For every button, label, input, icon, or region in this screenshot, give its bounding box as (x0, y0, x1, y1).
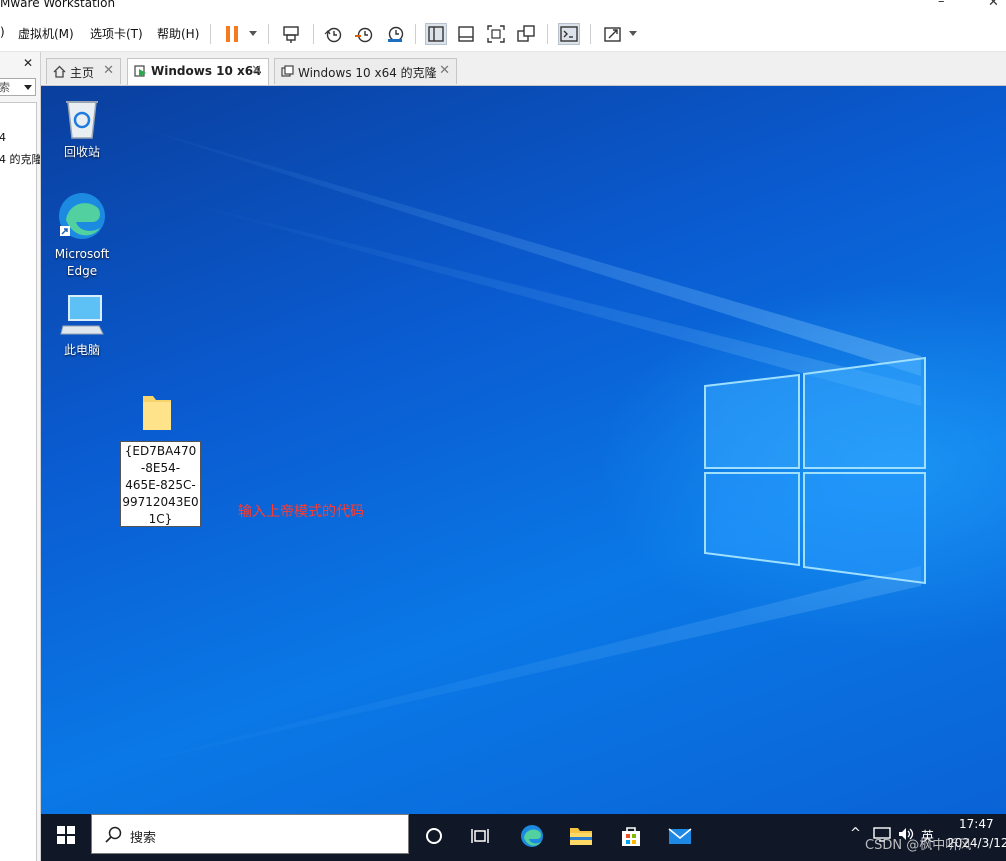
revert-snapshot-button[interactable] (353, 23, 375, 45)
library-tree: 4 4 的克隆 (0, 102, 40, 861)
windows-start-icon (57, 826, 75, 844)
toolbar-separator (415, 24, 416, 44)
desktop-icon-this-pc[interactable]: 此电脑 (41, 294, 123, 359)
start-button[interactable] (57, 826, 75, 848)
stretch-dropdown-caret[interactable] (629, 31, 637, 36)
menu-tabs[interactable]: 选项卡(T) (90, 25, 143, 42)
tab-close-button[interactable]: ✕ (439, 63, 450, 78)
snapshot-manager-icon (388, 26, 404, 42)
send-ctrl-alt-del-button[interactable] (280, 23, 302, 45)
rename-text-line: 465E-825C- (125, 478, 196, 492)
library-search-text: 索 (0, 81, 10, 94)
taskbar-search-placeholder: 搜索 (130, 831, 157, 846)
edge-icon (521, 825, 543, 847)
fullscreen-icon (487, 25, 505, 43)
edge-icon (59, 193, 105, 239)
thumbnail-view-icon (458, 26, 474, 42)
mail-icon (668, 828, 692, 844)
unity-icon (517, 25, 535, 42)
rename-text-line: -8E54- (140, 461, 181, 475)
pause-button[interactable] (221, 23, 243, 45)
snapshot-icon (324, 27, 342, 43)
tab-label: Windows 10 x64 (151, 64, 262, 78)
chevron-down-icon[interactable] (24, 85, 32, 90)
close-window-button[interactable]: ✕ (988, 0, 999, 10)
vm-running-icon (134, 65, 146, 77)
cortana-button[interactable] (420, 822, 448, 850)
search-icon (105, 826, 122, 843)
menu-vm[interactable]: 虚拟机(M) (18, 25, 74, 42)
tab-close-button[interactable]: ✕ (251, 63, 262, 78)
tab-close-button[interactable]: ✕ (103, 63, 114, 78)
library-sidebar: ✕ 索 4 4 的克隆 (0, 52, 41, 861)
desktop-icon-label: 此电脑 (63, 343, 100, 357)
store-icon (622, 827, 640, 846)
library-view-icon (428, 26, 444, 42)
library-item-vm[interactable]: 4 (0, 131, 6, 144)
stretch-icon (604, 27, 621, 42)
unity-button[interactable] (515, 23, 537, 45)
toolbar-separator (210, 24, 211, 44)
recycle-bin-icon (66, 101, 98, 139)
snapshot-manager-button[interactable] (384, 23, 406, 45)
tab-home[interactable]: 主页 ✕ (46, 58, 121, 84)
folder-icon (143, 396, 171, 430)
window-title-bar: Mware Workstation – ✕ (0, 0, 1006, 13)
annotation-text: 输入上帝模式的代码 (238, 504, 364, 520)
tab-label: 主页 (70, 66, 95, 80)
menu-file-fragment[interactable]: ) (0, 25, 5, 39)
toolbar-separator (547, 24, 548, 44)
task-view-icon (471, 829, 489, 843)
toolbar-separator (313, 24, 314, 44)
pause-dropdown-caret[interactable] (249, 31, 257, 36)
toolbar-separator (590, 24, 591, 44)
menu-help[interactable]: 帮助(H) (157, 25, 199, 42)
console-view-button[interactable] (558, 23, 580, 45)
pause-icon (226, 26, 238, 42)
desktop-icon-label: 回收站 (63, 145, 100, 159)
library-search-input[interactable]: 索 (0, 78, 36, 96)
file-explorer-icon (570, 828, 592, 845)
library-view-button[interactable] (425, 23, 447, 45)
folder-rename-input[interactable]: {ED7BA470 -8E54- 465E-825C- 99712043E0 1… (120, 441, 201, 527)
watermark-text: CSDN @枫中听风 (865, 838, 972, 853)
library-item-vm-clone[interactable]: 4 的克隆 (0, 151, 40, 167)
taskbar-store-button[interactable] (617, 822, 645, 850)
revert-snapshot-icon (355, 27, 373, 43)
guest-taskbar: 搜索 ^ 英 17:47 2024/3/12 (41, 814, 1006, 861)
stretch-guest-button[interactable] (602, 23, 624, 45)
send-ctrl-alt-del-icon (283, 26, 299, 43)
rename-text-line: {ED7BA470 (124, 444, 197, 458)
guest-desktop[interactable]: 回收站 Microsoft Edge 此电脑 {ED7BA470 -8E54- … (41, 86, 1006, 814)
tab-windows-10-x64-clone[interactable]: Windows 10 x64 的克隆 ✕ (274, 58, 457, 84)
home-icon (53, 65, 66, 78)
taskbar-edge-button[interactable] (518, 822, 546, 850)
library-close-button[interactable]: ✕ (23, 56, 33, 70)
toolbar-separator (268, 24, 269, 44)
menu-toolbar: ) 虚拟机(M) 选项卡(T) 帮助(H) (0, 17, 1006, 52)
clock-time[interactable]: 17:47 (959, 817, 994, 831)
console-icon (560, 26, 578, 42)
window-title: Mware Workstation (0, 0, 116, 10)
rename-text-line: 1C} (148, 512, 173, 526)
this-pc-icon (60, 295, 104, 335)
desktop-icon-recycle-bin[interactable]: 回收站 (41, 94, 123, 161)
take-snapshot-button[interactable] (322, 23, 344, 45)
desktop-icon-label: Microsoft Edge (54, 247, 110, 278)
rename-text-line: 99712043E0 (122, 495, 199, 509)
task-view-button[interactable] (467, 822, 495, 850)
tab-windows-10-x64[interactable]: Windows 10 x64 ✕ (127, 58, 269, 85)
taskbar-search-box[interactable]: 搜索 (91, 814, 409, 854)
desktop-icon-microsoft-edge[interactable]: Microsoft Edge (41, 190, 123, 280)
minimize-button[interactable]: – (938, 0, 945, 9)
tray-overflow-chevron[interactable]: ^ (850, 826, 861, 841)
taskbar-mail-button[interactable] (666, 822, 694, 850)
taskbar-file-explorer-button[interactable] (567, 822, 595, 850)
thumbnail-view-button[interactable] (455, 23, 477, 45)
full-screen-button[interactable] (485, 23, 507, 45)
tab-bar: 主页 ✕ Windows 10 x64 ✕ Windows 10 x64 的克隆… (41, 52, 1006, 86)
vm-icon (281, 65, 294, 77)
tab-label: Windows 10 x64 的克隆 (298, 66, 437, 80)
cortana-icon (426, 828, 442, 844)
